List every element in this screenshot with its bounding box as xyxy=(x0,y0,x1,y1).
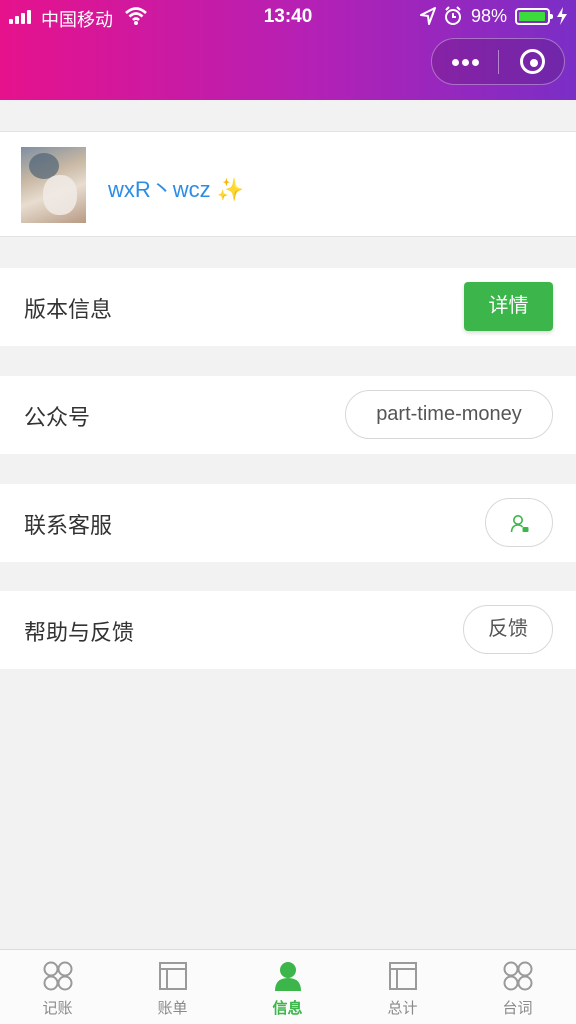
avatar xyxy=(21,147,86,223)
feedback-button[interactable]: 反馈 xyxy=(463,605,553,654)
tab-label: 账单 xyxy=(157,1000,188,1017)
official-account-button[interactable]: part-time-money xyxy=(345,390,553,439)
battery-icon xyxy=(515,8,553,25)
help-feedback-label: 帮助与反馈 xyxy=(24,620,135,645)
layout-panel-icon xyxy=(389,962,417,990)
battery-percent: 98% xyxy=(471,6,508,26)
tab-label: 总计 xyxy=(387,1000,418,1017)
tab-bill[interactable]: 账单 xyxy=(115,950,230,1024)
official-account-row: 公众号 part-time-money xyxy=(0,376,576,454)
tab-record[interactable]: 记账 xyxy=(0,950,115,1024)
official-account-label: 公众号 xyxy=(24,405,91,430)
tab-label: 记账 xyxy=(42,1000,73,1017)
miniprogram-capsule xyxy=(431,38,565,85)
username: wxR丶wcz ✨ xyxy=(108,172,244,204)
contact-service-row: 联系客服 xyxy=(0,484,576,562)
layout-panel-icon xyxy=(159,962,187,990)
version-info-label: 版本信息 xyxy=(24,297,113,322)
help-feedback-row: 帮助与反馈 反馈 xyxy=(0,591,576,669)
charging-bolt-icon xyxy=(557,7,567,25)
tab-label: 台词 xyxy=(502,1000,533,1017)
tab-label: 信息 xyxy=(272,1000,303,1017)
username-text: wxR丶wcz xyxy=(108,177,211,202)
close-miniprogram-button[interactable] xyxy=(499,39,565,84)
four-circles-icon xyxy=(503,961,533,991)
details-button[interactable]: 详情 xyxy=(464,282,553,331)
sparkles-icon: ✨ xyxy=(216,177,245,202)
target-circle-icon xyxy=(520,49,545,74)
tab-bar: 记账 账单 信息 总计 台词 xyxy=(0,949,576,1024)
contact-service-label: 联系客服 xyxy=(24,513,113,538)
header-bar: 中国移动 13:40 98% xyxy=(0,0,576,100)
tab-lines[interactable]: 台词 xyxy=(460,950,575,1024)
more-button[interactable] xyxy=(432,39,499,84)
version-info-row: 版本信息 详情 xyxy=(0,268,576,346)
status-bar: 中国移动 13:40 98% xyxy=(0,0,576,34)
four-circles-icon xyxy=(43,961,73,991)
tab-total[interactable]: 总计 xyxy=(345,950,460,1024)
person-icon xyxy=(275,962,301,991)
profile-card: wxR丶wcz ✨ xyxy=(0,131,576,237)
location-arrow-icon xyxy=(420,7,436,25)
contact-person-icon xyxy=(510,515,529,533)
alarm-icon xyxy=(445,6,461,25)
tab-info[interactable]: 信息 xyxy=(230,950,345,1024)
contact-service-button[interactable] xyxy=(485,498,553,547)
